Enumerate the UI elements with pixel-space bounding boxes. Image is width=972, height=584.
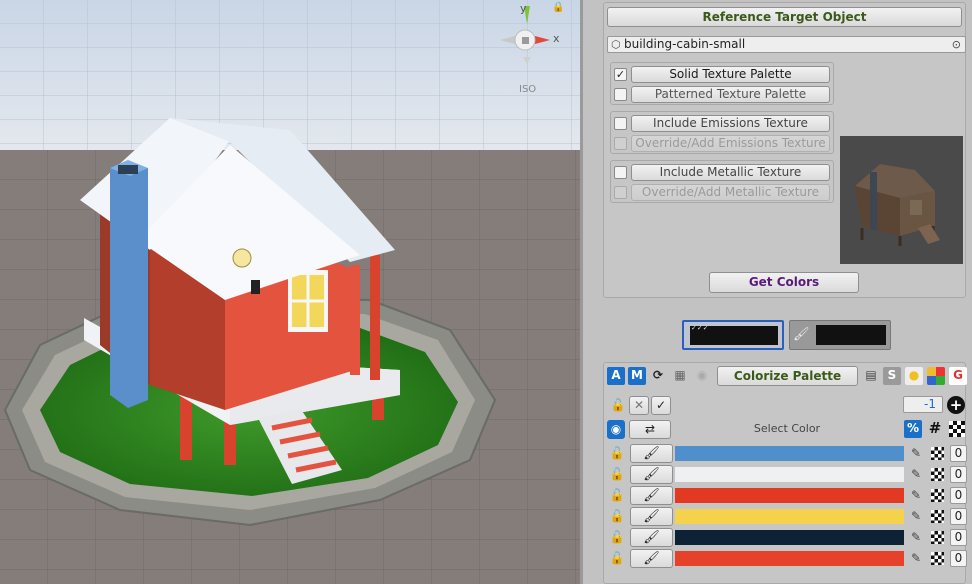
solid-palette-mode-button[interactable]: ✓✓✓ (682, 320, 784, 350)
checker-icon[interactable] (949, 421, 965, 437)
s-letter-icon[interactable]: S (883, 367, 901, 385)
refresh-icon[interactable]: ⟳ (649, 367, 667, 385)
sphere-icon[interactable]: ◉ (693, 367, 711, 385)
solid-texture-checkbox[interactable]: ✓ (614, 68, 627, 81)
row-value-field[interactable]: 0 (950, 508, 967, 525)
eyedropper-icon[interactable]: ✎ (908, 444, 924, 463)
row-lock-icon[interactable]: 🔓 (608, 444, 626, 463)
reference-target-header[interactable]: Reference Target Object (607, 7, 962, 27)
color-swatch[interactable] (675, 488, 904, 503)
color-swatch[interactable] (675, 530, 904, 545)
palette-row: 🔓 🖌 ✎ 0 (608, 444, 972, 463)
percent-icon[interactable]: % (904, 420, 922, 438)
google-icon[interactable]: G (949, 367, 967, 385)
brush-palette-graphic (816, 325, 886, 345)
swap-icon[interactable]: ⇄ (629, 420, 671, 439)
confirm-icon[interactable]: ✓ (651, 396, 671, 415)
get-colors-button[interactable]: Get Colors (709, 272, 859, 293)
color-swatch[interactable] (675, 509, 904, 524)
axis-gizmo-graphic (500, 6, 550, 64)
eyedropper-icon[interactable]: ✎ (908, 507, 924, 526)
include-emissions-button[interactable]: Include Emissions Texture (631, 115, 830, 132)
palette-row: 🔓 🖌 ✎ 0 (608, 507, 972, 526)
row-brush-button[interactable]: 🖌 (630, 444, 673, 463)
row-value-field[interactable]: 0 (950, 529, 967, 546)
row-checker-icon[interactable] (931, 510, 944, 523)
patterned-texture-checkbox[interactable] (614, 88, 627, 101)
palette-row: 🔓 🖌 ✎ 0 (608, 465, 972, 484)
count-field[interactable]: -1 (903, 396, 943, 413)
grid-icon[interactable]: ▦ (671, 367, 689, 385)
patterned-texture-button[interactable]: Patterned Texture Palette (631, 86, 830, 103)
object-preview-image (840, 136, 963, 264)
row-checker-icon[interactable] (931, 489, 944, 502)
row-value-field[interactable]: 0 (950, 550, 967, 567)
color-swatch[interactable] (675, 467, 904, 482)
override-metallic-button: Override/Add Metallic Texture (631, 184, 830, 201)
cube-icon: ⬡ (611, 38, 621, 51)
lock-all-icon[interactable]: 🔓 (609, 396, 627, 414)
row-lock-icon[interactable]: 🔓 (608, 528, 626, 547)
row-checker-icon[interactable] (931, 552, 944, 565)
object-field[interactable]: ⬡ building-cabin-small ⊙ (607, 36, 966, 53)
document-icon[interactable]: ▤ (862, 367, 880, 385)
eyedropper-icon[interactable]: ✎ (908, 528, 924, 547)
colorize-palette-button[interactable]: Colorize Palette (717, 366, 858, 386)
color-swatch[interactable] (675, 446, 904, 461)
y-axis-label: y (520, 2, 527, 15)
paintbrush-icon: 🖌 (793, 327, 810, 342)
row-brush-button[interactable]: 🖌 (630, 549, 673, 568)
palette-row: 🔓 🖌 ✎ 0 (608, 549, 972, 568)
include-metallic-button[interactable]: Include Metallic Texture (631, 164, 830, 181)
brush-palette-mode-button[interactable]: 🖌 (789, 320, 891, 350)
scene-render (0, 0, 580, 584)
row-value-field[interactable]: 0 (950, 487, 967, 504)
row-brush-button[interactable]: 🖌 (630, 465, 673, 484)
row-lock-icon[interactable]: 🔓 (608, 465, 626, 484)
solid-texture-button[interactable]: Solid Texture Palette (631, 66, 830, 83)
row-brush-button[interactable]: 🖌 (630, 528, 673, 547)
override-emissions-button: Override/Add Emissions Texture (631, 135, 830, 152)
hash-icon[interactable]: # (926, 420, 944, 438)
material-letter-icon[interactable]: M (628, 367, 646, 385)
checklist-icon: ✓✓✓ (691, 324, 709, 332)
clear-icon[interactable]: ✕ (629, 396, 649, 415)
select-color-label: Select Color (753, 422, 821, 435)
row-checker-icon[interactable] (931, 468, 944, 481)
orientation-gizmo[interactable]: y x 🔒 ISO (495, 2, 570, 95)
autodesk-letter-icon[interactable]: A (607, 367, 625, 385)
palette-row: 🔓 🖌 ✎ 0 (608, 486, 972, 505)
add-icon[interactable]: + (947, 396, 965, 414)
projection-label[interactable]: ISO (519, 84, 536, 95)
object-picker-icon[interactable]: ⊙ (952, 37, 961, 52)
object-name: building-cabin-small (624, 37, 746, 51)
scene-view[interactable]: y x 🔒 ISO (0, 0, 580, 584)
visibility-eye-icon[interactable]: ◉ (607, 420, 625, 439)
row-value-field[interactable]: 0 (950, 445, 967, 462)
lock-icon[interactable]: 🔒 (552, 2, 564, 13)
row-brush-button[interactable]: 🖌 (630, 486, 673, 505)
color-swatch[interactable] (675, 551, 904, 566)
palette-colors-icon[interactable] (927, 367, 945, 385)
eyedropper-icon[interactable]: ✎ (908, 549, 924, 568)
row-value-field[interactable]: 0 (950, 466, 967, 483)
lightbulb-icon[interactable]: ● (905, 367, 923, 385)
inspector-panel: Reference Target Object ⬡ building-cabin… (583, 0, 972, 584)
cabin-preview-graphic (855, 164, 940, 246)
override-metallic-checkbox (614, 186, 627, 199)
row-brush-button[interactable]: 🖌 (630, 507, 673, 526)
row-lock-icon[interactable]: 🔓 (608, 486, 626, 505)
include-emissions-checkbox[interactable] (614, 117, 627, 130)
eyedropper-icon[interactable]: ✎ (908, 465, 924, 484)
row-checker-icon[interactable] (931, 531, 944, 544)
row-lock-icon[interactable]: 🔓 (608, 549, 626, 568)
palette-row: 🔓 🖌 ✎ 0 (608, 528, 972, 547)
row-checker-icon[interactable] (931, 447, 944, 460)
row-lock-icon[interactable]: 🔓 (608, 507, 626, 526)
override-emissions-checkbox (614, 137, 627, 150)
include-metallic-checkbox[interactable] (614, 166, 627, 179)
x-axis-label: x (553, 32, 560, 45)
eyedropper-icon[interactable]: ✎ (908, 486, 924, 505)
